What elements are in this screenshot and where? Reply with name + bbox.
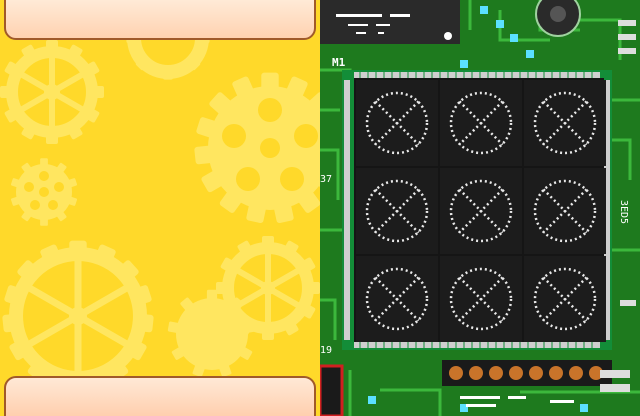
silkscreen-label: 37 [320,174,333,185]
grid-cell[interactable] [440,256,522,342]
gear-icon [194,72,320,224]
gear-panel [0,0,320,416]
chip-body [320,0,460,44]
grid-cell[interactable] [440,80,522,166]
bottom-dialog-bar [4,376,316,416]
circuit-board [320,0,640,416]
grid-cell[interactable] [524,168,606,254]
grid-cell[interactable] [524,256,606,342]
silkscreen-label: 19 [320,345,333,356]
gear-background [0,0,320,392]
capacitor-icon [535,0,581,37]
grid-cell[interactable] [440,168,522,254]
top-dialog-bar [4,0,316,40]
grid-cell[interactable] [356,256,438,342]
grid-cell[interactable] [524,80,606,166]
gear-icon [2,240,154,392]
gear-icon [10,158,78,226]
game-screen: M1 37 19 3ED5 [0,0,640,416]
grid-cell[interactable] [356,168,438,254]
grid-cell[interactable] [356,80,438,166]
gear-icon [167,289,257,378]
chip-label: M1 [332,56,346,69]
silkscreen-label: 3ED5 [618,200,629,225]
circuit-board-panel: M1 37 19 3ED5 [320,0,640,416]
gear-icon [0,40,104,144]
